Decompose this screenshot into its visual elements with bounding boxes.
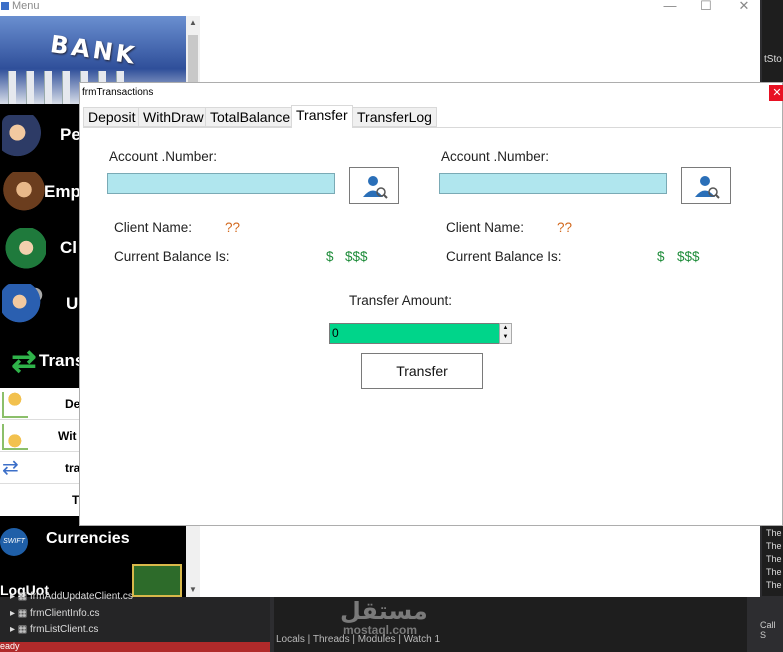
status-bar [0, 642, 270, 652]
from-balance-value: $$$ [345, 249, 368, 264]
to-account-input[interactable] [439, 173, 667, 194]
transfer-button[interactable]: Transfer [361, 353, 483, 389]
file-item[interactable]: ▸ ▦ frmAddUpdateClient.cs [10, 591, 133, 602]
tab-total-balance[interactable]: TotalBalance [205, 107, 296, 127]
file-item[interactable]: ▸ ▦ frmClientInfo.cs [10, 608, 100, 619]
transfer-amount-input[interactable]: 0 [329, 323, 511, 344]
output-panel: The The The The The [762, 526, 783, 596]
file-item-label: frmAddUpdateClient.cs [30, 591, 133, 602]
spin-down-icon[interactable]: ▼ [500, 333, 511, 342]
from-account-label: Account .Number: [109, 149, 218, 164]
call-stack-tab[interactable]: Call S [760, 620, 783, 640]
tab-transfer-log[interactable]: TransferLog [352, 107, 437, 127]
transfer-amount-label: Transfer Amount: [349, 293, 453, 308]
output-line: The [766, 567, 782, 577]
transactions-dialog: frmTransactions ✕ Deposit WithDraw Total… [79, 82, 783, 526]
scroll-down-icon[interactable]: ▼ [189, 585, 197, 594]
dialog-close-button[interactable]: ✕ [769, 85, 783, 101]
scroll-up-icon[interactable]: ▲ [189, 18, 197, 27]
to-currency-symbol: $ [657, 249, 665, 264]
tab-watch[interactable]: Watch 1 [404, 634, 440, 645]
clients-icon [2, 228, 46, 272]
debug-tabs: Locals | Threads | Modules | Watch 1 [276, 634, 441, 645]
sidebar-item-label: Trans [39, 351, 85, 370]
from-account-input[interactable] [107, 173, 335, 194]
output-line: The [766, 554, 782, 564]
sidebar-item-label: Currencies [46, 530, 130, 547]
transfer-arrows-icon: ⇄ [2, 457, 19, 479]
people-icon [2, 115, 46, 159]
tab-locals[interactable]: Locals [276, 634, 305, 645]
to-client-name-value: ?? [557, 220, 573, 235]
file-item-label: frmClientInfo.cs [30, 608, 100, 619]
withdraw-icon [2, 424, 28, 450]
file-item-label: frmListClient.cs [30, 624, 99, 635]
employees-icon [2, 172, 46, 216]
tab-withdraw[interactable]: WithDraw [138, 107, 209, 127]
deposit-icon [2, 392, 28, 418]
from-currency-symbol: $ [326, 249, 334, 264]
ide-right-panel: tSto [762, 0, 783, 82]
tab-modules[interactable]: Modules [358, 634, 396, 645]
money-stack-icon [132, 564, 182, 597]
from-client-name-label: Client Name: [114, 220, 193, 235]
watermark-logo: مستقل [340, 597, 428, 625]
sidebar-item-label: U [66, 294, 79, 313]
sidebar-item-label: Cl [60, 238, 77, 257]
menu-title: Menu [12, 0, 40, 12]
solution-explorer: ▸ ▦ frmAddUpdateClient.cs ▸ ▦ frmClientI… [0, 591, 270, 642]
to-find-client-button[interactable] [681, 167, 731, 204]
find-client-icon [363, 176, 388, 199]
status-text: eady [0, 641, 20, 651]
from-find-client-button[interactable] [349, 167, 399, 204]
amount-spinner[interactable]: ▲ ▼ [499, 323, 512, 344]
to-client-name-label: Client Name: [446, 220, 525, 235]
from-balance-label: Current Balance Is: [114, 249, 230, 264]
sidebar-item-label: Emp [44, 182, 81, 201]
menu-titlebar: Menu — ☐ ✕ [0, 0, 760, 16]
output-line: The [766, 541, 782, 551]
tab-threads[interactable]: Threads [313, 634, 350, 645]
to-account-label: Account .Number: [441, 149, 550, 164]
bank-banner-text: BANK [48, 30, 140, 70]
swift-globe-icon: SWIFT [0, 528, 28, 556]
close-button[interactable]: ✕ [724, 0, 764, 14]
tab-deposit[interactable]: Deposit [83, 107, 141, 127]
app-icon [1, 2, 9, 10]
sidebar-item-label: Pe [60, 125, 81, 144]
output-line: The [766, 528, 782, 538]
to-balance-value: $$$ [677, 249, 700, 264]
dialog-title: frmTransactions [82, 87, 154, 98]
file-item[interactable]: ▸ ▦ frmListClient.cs [10, 624, 98, 635]
tab-divider [83, 127, 781, 128]
users-icon [2, 284, 46, 328]
submenu-item-label: Wit [58, 429, 77, 443]
spin-up-icon[interactable]: ▲ [500, 324, 511, 333]
from-client-name-value: ?? [225, 220, 241, 235]
maximize-button[interactable]: ☐ [686, 0, 726, 14]
tab-transfer[interactable]: Transfer [291, 105, 353, 128]
ide-right-text: tSto [764, 54, 782, 65]
output-line: The [766, 580, 782, 590]
to-balance-label: Current Balance Is: [446, 249, 562, 264]
find-client-icon [695, 176, 720, 199]
minimize-button[interactable]: — [650, 0, 690, 14]
